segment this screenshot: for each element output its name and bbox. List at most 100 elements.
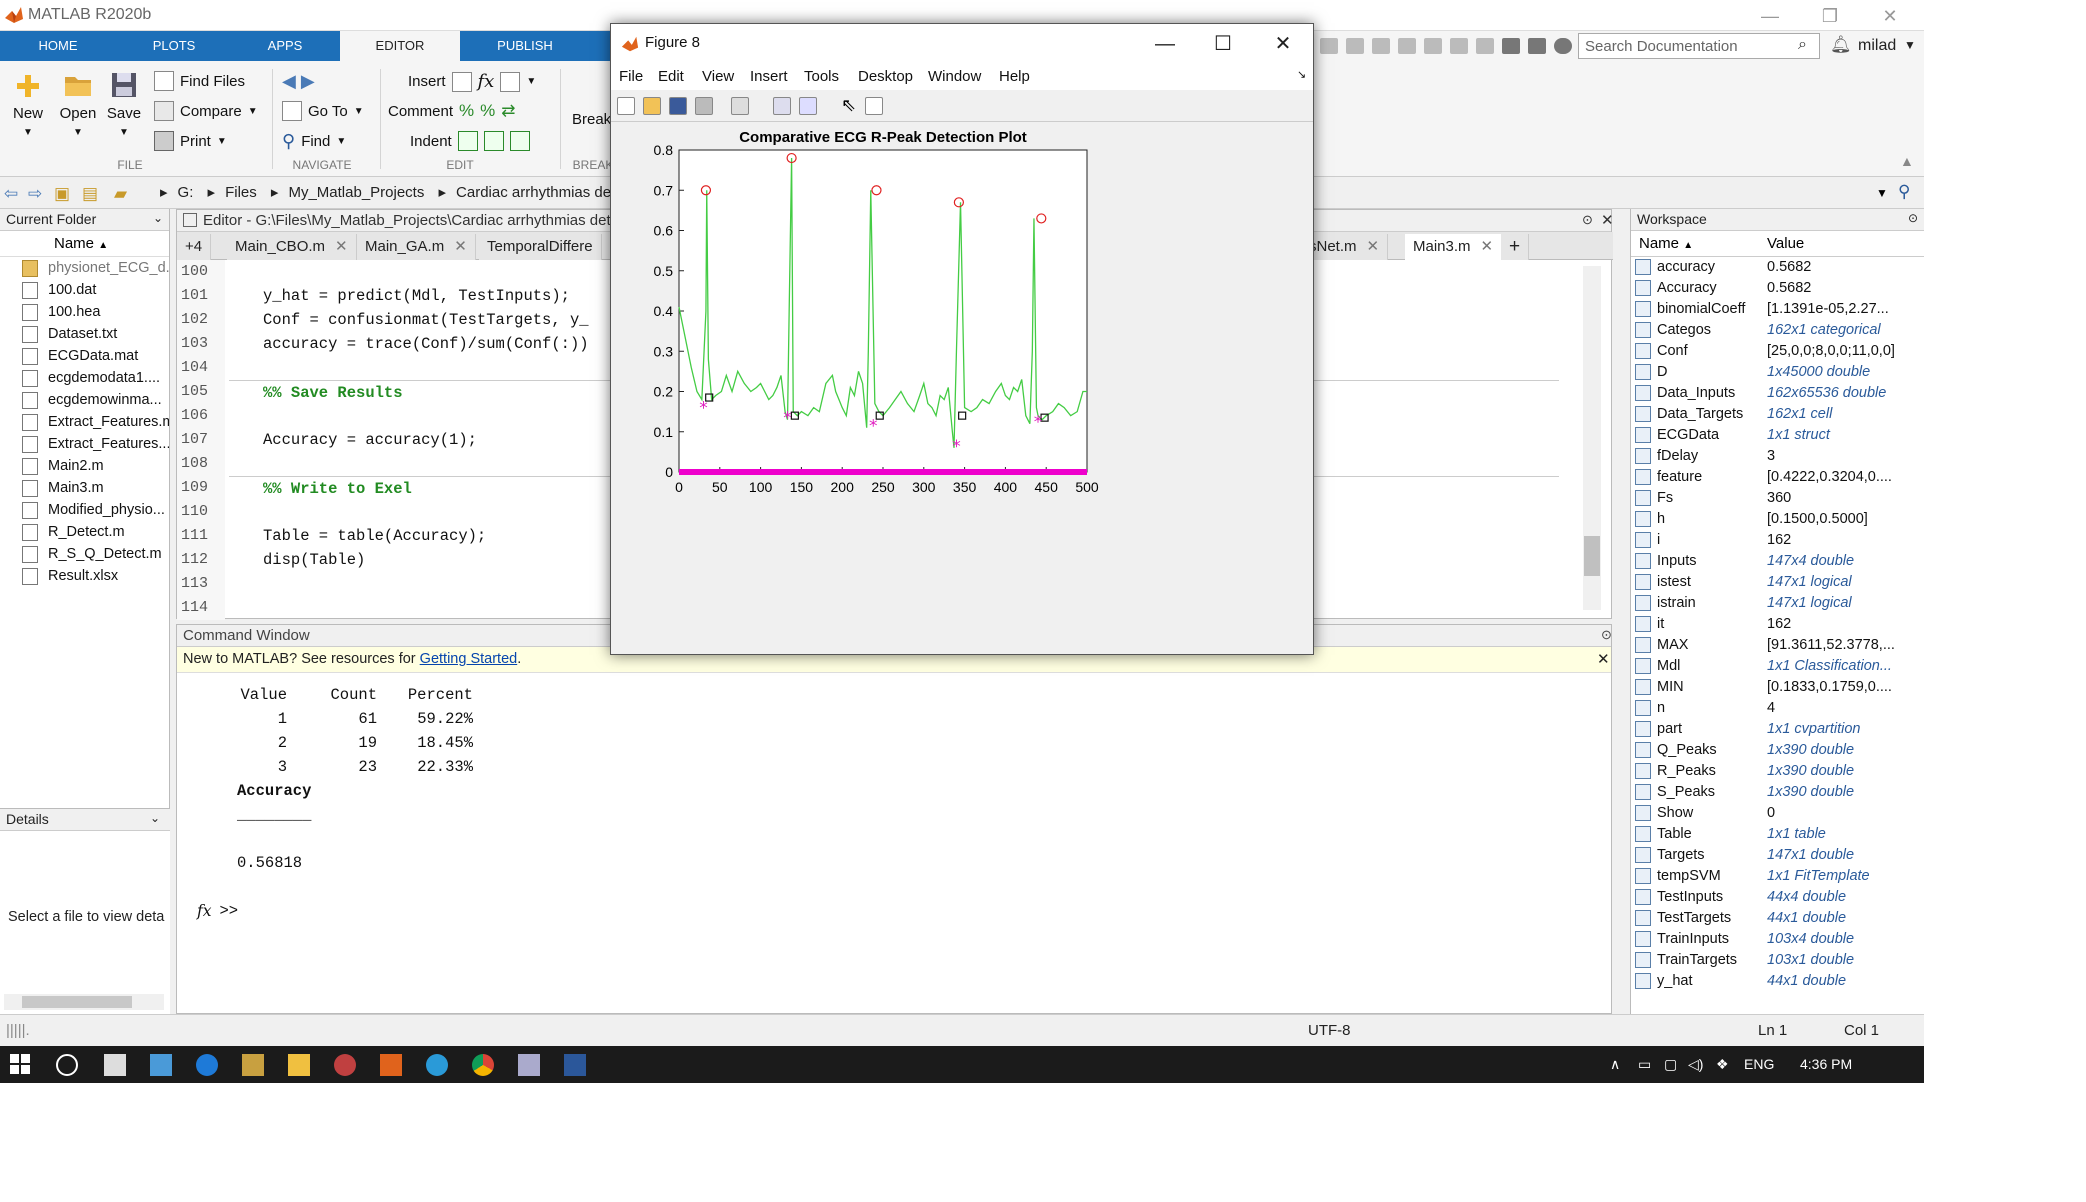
indent-button[interactable]: Indent	[410, 131, 530, 151]
workspace-row[interactable]: TrainInputs 103x4 double	[1631, 929, 1924, 950]
menu-help[interactable]: Help	[999, 68, 1030, 85]
close-icon[interactable]: ✕	[1367, 238, 1380, 255]
back-icon[interactable]: ⇦	[4, 184, 18, 204]
app-icon[interactable]	[334, 1054, 356, 1076]
tab-editor[interactable]: EDITOR	[340, 31, 460, 61]
print-icon[interactable]	[695, 97, 713, 115]
workspace-row[interactable]: TrainTargets 103x1 double	[1631, 950, 1924, 971]
workspace-row[interactable]: Inputs 147x4 double	[1631, 551, 1924, 572]
up-folder-icon[interactable]: ▣	[54, 184, 70, 204]
chevron-down-icon[interactable]: ▼	[1904, 38, 1916, 52]
toolbar-icon[interactable]	[1346, 38, 1364, 54]
find-files-button[interactable]: Find Files	[154, 71, 245, 91]
command-output[interactable]: Value Count Percent 1 61 59.22% 2 19 18.45% 3 23 2…	[197, 683, 1497, 923]
pointer-icon[interactable]: ⇖	[841, 95, 856, 116]
panel-menu-icon[interactable]: ⌄	[153, 211, 163, 225]
workspace-row[interactable]: part 1x1 cvpartition	[1631, 719, 1924, 740]
workspace-row[interactable]: h [0.1500,0.5000]	[1631, 509, 1924, 530]
layout-icon[interactable]	[1528, 38, 1546, 54]
save-button[interactable]: Save ▼	[104, 69, 144, 139]
workspace-row[interactable]: MIN [0.1833,0.1759,0....	[1631, 677, 1924, 698]
close-button[interactable]: ✕	[1261, 28, 1305, 60]
dock-arrow-icon[interactable]: ↘	[1297, 68, 1306, 81]
column-header-name[interactable]: Name ▲	[1639, 235, 1693, 252]
menu-insert[interactable]: Insert	[750, 68, 788, 85]
workspace-row[interactable]: Table 1x1 table	[1631, 824, 1924, 845]
workspace-row[interactable]: accuracy 0.5682	[1631, 257, 1924, 278]
new-button[interactable]: New ▼	[8, 69, 48, 139]
workspace-row[interactable]: i 162	[1631, 530, 1924, 551]
compare-button[interactable]: Compare ▼	[154, 101, 258, 121]
panel-menu-icon[interactable]: ⊙	[1908, 211, 1918, 225]
list-item[interactable]: Main2.m	[0, 455, 169, 477]
comment-button[interactable]: Comment%% ⇄	[388, 101, 516, 121]
mail-icon[interactable]	[104, 1054, 126, 1076]
app-icon[interactable]	[242, 1054, 264, 1076]
close-icon[interactable]: ✕	[335, 238, 348, 255]
app-icon[interactable]	[518, 1054, 540, 1076]
insert-button[interactable]: Insert fx ▼	[408, 71, 536, 92]
list-item[interactable]: 100.dat	[0, 279, 169, 301]
collapse-ribbon-icon[interactable]: ▲	[1900, 153, 1914, 169]
help-icon[interactable]	[1554, 38, 1572, 54]
list-item[interactable]: ecgdemowinma...	[0, 389, 169, 411]
telegram-icon[interactable]	[426, 1054, 448, 1076]
workspace-row[interactable]: TestTargets 44x1 double	[1631, 908, 1924, 929]
new-figure-icon[interactable]	[617, 97, 635, 115]
toolbar-icon[interactable]	[1320, 38, 1338, 54]
ecg-chart[interactable]: Comparative ECG R-Peak Detection Plot 0 50…	[611, 122, 1313, 654]
open-file-icon[interactable]	[643, 97, 661, 115]
browse-folder-icon[interactable]: ▤	[82, 184, 98, 204]
link-plot-icon[interactable]	[731, 97, 749, 115]
workspace-row[interactable]: S_Peaks 1x390 double	[1631, 782, 1924, 803]
property-editor-icon[interactable]	[865, 97, 883, 115]
list-item[interactable]: R_Detect.m	[0, 521, 169, 543]
forward-icon[interactable]: ⇨	[28, 184, 42, 204]
search-folder-icon[interactable]: ⚲	[1898, 182, 1910, 202]
menu-tools[interactable]: Tools	[804, 68, 839, 85]
list-item[interactable]: Extract_Features...	[0, 433, 169, 455]
maximize-button[interactable]: ☐	[1201, 28, 1245, 60]
tab-home[interactable]: HOME	[0, 31, 116, 61]
menu-edit[interactable]: Edit	[658, 68, 684, 85]
tab-more[interactable]: +4	[177, 234, 212, 260]
chevron-down-icon[interactable]: ⌄	[150, 811, 160, 825]
workspace-row[interactable]: binomialCoeff [1.1391e-05,2.27...	[1631, 299, 1924, 320]
minimize-button[interactable]: —	[1740, 3, 1800, 29]
breakpoints-button[interactable]: Break	[572, 111, 611, 128]
workspace-row[interactable]: TestInputs 44x4 double	[1631, 887, 1924, 908]
print-icon[interactable]	[1502, 38, 1520, 54]
chevron-up-icon[interactable]: ∧	[1610, 1056, 1620, 1073]
toolbar-icon[interactable]	[1398, 38, 1416, 54]
open-button[interactable]: Open ▼	[56, 69, 100, 139]
tab-snet[interactable]: sNet.m ✕	[1301, 234, 1389, 260]
list-item[interactable]: R_S_Q_Detect.m	[0, 543, 169, 565]
workspace-row[interactable]: fDelay 3	[1631, 446, 1924, 467]
tab-main3[interactable]: Main3.m ✕	[1405, 234, 1503, 260]
tab-temporal[interactable]: TemporalDiffere	[479, 234, 602, 260]
matlab-taskbar-icon[interactable]	[380, 1054, 402, 1076]
print-button[interactable]: Print ▼	[154, 131, 227, 151]
find-button[interactable]: ⚲ Find ▼	[282, 131, 346, 152]
clock[interactable]: 4:36 PM	[1800, 1056, 1852, 1072]
chrome-icon[interactable]	[472, 1054, 494, 1076]
panel-menu-icon[interactable]: ⊙	[1601, 627, 1612, 643]
word-icon[interactable]	[564, 1054, 586, 1076]
list-item[interactable]: 100.hea	[0, 301, 169, 323]
workspace-row[interactable]: y_hat 44x1 double	[1631, 971, 1924, 992]
minimize-button[interactable]: —	[1143, 28, 1187, 60]
dropbox-icon[interactable]: ❖	[1716, 1056, 1729, 1073]
column-header-name[interactable]: Name ▲	[0, 231, 169, 257]
workspace-row[interactable]: Show 0	[1631, 803, 1924, 824]
list-item[interactable]: Main3.m	[0, 477, 169, 499]
edge-icon[interactable]	[196, 1054, 218, 1076]
command-prompt[interactable]: fx >>	[197, 899, 1497, 923]
list-item[interactable]: Extract_Features.m	[0, 411, 169, 433]
list-item[interactable]: physionet_ECG_d...	[0, 257, 169, 279]
workspace-row[interactable]: D 1x45000 double	[1631, 362, 1924, 383]
menu-view[interactable]: View	[702, 68, 734, 85]
breadcrumb-item[interactable]: My_Matlab_Projects	[288, 184, 424, 201]
list-item[interactable]: ECGData.mat	[0, 345, 169, 367]
tab-publish[interactable]: PUBLISH	[460, 31, 590, 61]
toolbar-icon[interactable]	[1476, 38, 1494, 54]
